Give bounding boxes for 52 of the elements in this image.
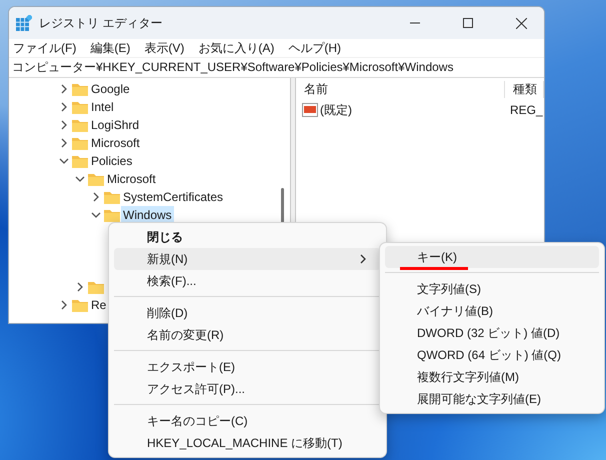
collapsed-chevron-icon[interactable] [91,192,101,202]
menu-item[interactable]: 検索(F)... [114,270,381,292]
folder-icon [88,172,104,186]
menu-item[interactable]: アクセス許可(P)... [114,378,381,400]
folder-icon [72,100,88,114]
tree-item[interactable]: Re [89,296,108,314]
table-cell: (既定) [320,102,352,118]
menu-item[interactable]: 名前の変更(R) [114,324,381,346]
menu-item[interactable]: キー(K) [385,246,599,268]
menu-item[interactable]: QWORD (64 ビット) 値(Q) [385,344,599,366]
tree-item[interactable]: Policies [89,152,134,170]
address-bar[interactable]: コンピューター¥HKEY_CURRENT_USER¥Software¥Policies¥Microsoft¥Windows [9,57,544,78]
menu-bar-item[interactable]: お気に入り(A) [198,40,274,56]
menu-item[interactable]: 閉じる [114,226,381,248]
window-title: レジストリ エディター [39,14,164,32]
tree-item[interactable]: LogiShrd [89,116,142,134]
column-header[interactable]: 名前 [296,80,505,98]
string-value-icon [302,103,318,117]
menu-bar-item[interactable]: ヘルプ(H) [288,40,341,56]
menu-item[interactable]: DWORD (32 ビット) 値(D) [385,322,599,344]
menu-item[interactable]: 削除(D) [114,302,381,324]
menu-item[interactable]: HKEY_LOCAL_MACHINE に移動(T) [114,432,381,454]
expanded-chevron-icon[interactable] [91,210,101,220]
column-header[interactable]: 種類 [505,80,544,98]
menu-item[interactable]: 複数行文字列値(M) [385,366,599,388]
close-icon[interactable] [516,18,526,28]
tree-item[interactable]: Google [89,80,132,98]
menu-bar-item[interactable]: ファイル(F) [13,40,76,56]
tree-item[interactable]: Microsoft [89,134,142,152]
folder-icon [104,208,120,222]
folder-icon [72,154,88,168]
tree-item[interactable]: SystemCertificates [121,188,226,206]
scrollbar-thumb[interactable] [281,188,284,224]
tree-item[interactable]: Microsoft [105,170,158,188]
menu-item[interactable]: 文字列値(S) [385,278,599,300]
folder-icon [72,136,88,150]
menu-item[interactable]: バイナリ値(B) [385,300,599,322]
registry-app-icon [16,15,32,31]
maximize-icon[interactable] [463,18,473,28]
menu-item[interactable]: 新規(N) [114,248,381,270]
menu-bar-item[interactable]: 表示(V) [144,40,184,56]
table-cell: REG_ [510,103,543,117]
folder-icon [72,118,88,132]
menu-bar-item[interactable]: 編集(E) [90,40,130,56]
folder-icon [88,280,104,294]
menu-item[interactable]: エクスポート(E) [114,356,381,378]
folder-icon [72,82,88,96]
tree-item[interactable]: Intel [89,98,116,116]
folder-icon [72,298,88,312]
menu-item[interactable]: 展開可能な文字列値(E) [385,388,599,410]
folder-icon [104,190,120,204]
menu-item[interactable]: キー名のコピー(C) [114,410,381,432]
